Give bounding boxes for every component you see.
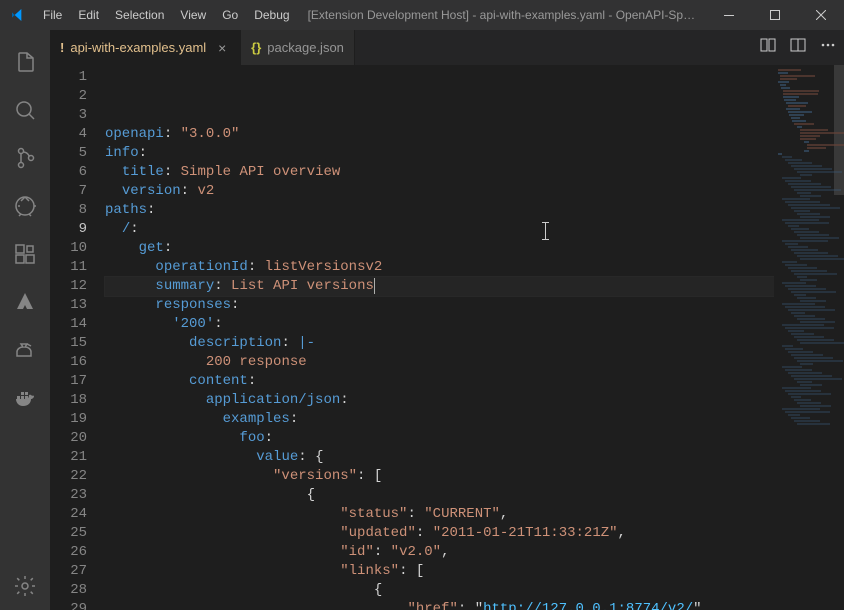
code-line[interactable]: version: v2 [105, 182, 774, 201]
editor-area: ! api-with-examples.yaml × {} package.js… [50, 30, 844, 610]
line-number: 5 [50, 144, 87, 163]
json-file-icon: {} [251, 40, 261, 55]
azure-icon[interactable] [1, 278, 49, 326]
debug-icon[interactable] [1, 182, 49, 230]
code-line[interactable]: foo: [105, 429, 774, 448]
modified-indicator-icon: ! [60, 40, 64, 55]
search-icon[interactable] [1, 86, 49, 134]
code-line[interactable]: "id": "v2.0", [105, 543, 774, 562]
line-number: 20 [50, 429, 87, 448]
window-controls [706, 0, 844, 30]
line-number: 21 [50, 448, 87, 467]
line-number: 6 [50, 163, 87, 182]
minimap[interactable] [774, 65, 844, 610]
activity-bar [0, 30, 50, 610]
code-line[interactable]: description: |- [105, 334, 774, 353]
code-line[interactable]: '200': [105, 315, 774, 334]
line-number: 24 [50, 505, 87, 524]
line-number: 11 [50, 258, 87, 277]
code-line[interactable]: { [105, 486, 774, 505]
line-number: 25 [50, 524, 87, 543]
maximize-button[interactable] [752, 0, 798, 30]
vscode-logo-icon [0, 7, 35, 23]
code-line[interactable]: responses: [105, 296, 774, 315]
menu-edit[interactable]: Edit [70, 0, 107, 30]
code-editor[interactable]: 1234567891011121314151617181920212223242… [50, 65, 844, 610]
line-number-gutter: 1234567891011121314151617181920212223242… [50, 65, 105, 610]
line-number: 16 [50, 353, 87, 372]
code-line[interactable]: "updated": "2011-01-21T11:33:21Z", [105, 524, 774, 543]
code-line[interactable]: operationId: listVersionsv2 [105, 258, 774, 277]
line-number: 7 [50, 182, 87, 201]
source-control-icon[interactable] [1, 134, 49, 182]
line-number: 13 [50, 296, 87, 315]
extensions-icon[interactable] [1, 230, 49, 278]
vertical-scrollbar[interactable] [834, 65, 844, 610]
explorer-icon[interactable] [1, 38, 49, 86]
code-line[interactable]: paths: [105, 201, 774, 220]
line-number: 12 [50, 277, 87, 296]
code-content[interactable]: openapi: "3.0.0"info: title: Simple API … [105, 65, 774, 610]
docker-icon[interactable] [1, 374, 49, 422]
compare-icon[interactable] [760, 37, 776, 58]
code-line[interactable]: info: [105, 144, 774, 163]
tab-actions [752, 30, 844, 65]
tab-package-json[interactable]: {} package.json [241, 30, 355, 65]
editor-tabs: ! api-with-examples.yaml × {} package.js… [50, 30, 844, 65]
code-line[interactable]: content: [105, 372, 774, 391]
line-number: 2 [50, 87, 87, 106]
edit-cursor [374, 278, 375, 294]
line-number: 14 [50, 315, 87, 334]
line-number: 18 [50, 391, 87, 410]
split-editor-icon[interactable] [790, 37, 806, 58]
menu-selection[interactable]: Selection [107, 0, 172, 30]
code-line[interactable]: examples: [105, 410, 774, 429]
line-number: 26 [50, 543, 87, 562]
line-number: 10 [50, 239, 87, 258]
menu-go[interactable]: Go [214, 0, 246, 30]
scrollbar-thumb[interactable] [834, 65, 844, 195]
settings-gear-icon[interactable] [1, 562, 49, 610]
code-line[interactable]: openapi: "3.0.0" [105, 125, 774, 144]
code-line[interactable]: /: [105, 220, 774, 239]
code-line[interactable]: title: Simple API overview [105, 163, 774, 182]
line-number: 4 [50, 125, 87, 144]
line-number: 17 [50, 372, 87, 391]
minimize-button[interactable] [706, 0, 752, 30]
tab-label: api-with-examples.yaml [70, 40, 206, 55]
code-line[interactable]: "links": [ [105, 562, 774, 581]
window-title: [Extension Development Host] - api-with-… [298, 8, 706, 22]
code-line[interactable]: application/json: [105, 391, 774, 410]
more-actions-icon[interactable] [820, 37, 836, 58]
code-line[interactable]: get: [105, 239, 774, 258]
code-line[interactable]: { [105, 581, 774, 600]
code-line[interactable]: value: { [105, 448, 774, 467]
line-number: 28 [50, 581, 87, 600]
close-button[interactable] [798, 0, 844, 30]
code-line[interactable]: "href": "http://127.0.0.1:8774/v2/", [105, 600, 774, 610]
line-number: 22 [50, 467, 87, 486]
line-number: 3 [50, 106, 87, 125]
menu-file[interactable]: File [35, 0, 70, 30]
menu-view[interactable]: View [172, 0, 214, 30]
code-line[interactable]: summary: List API versions [105, 277, 774, 296]
tab-close-icon[interactable]: × [214, 40, 230, 56]
code-line[interactable]: 200 response [105, 353, 774, 372]
line-number: 1 [50, 68, 87, 87]
line-number: 29 [50, 600, 87, 610]
line-number: 8 [50, 201, 87, 220]
menu-bar: File Edit Selection View Go Debug [35, 0, 298, 30]
code-line[interactable]: "status": "CURRENT", [105, 505, 774, 524]
tab-api-examples[interactable]: ! api-with-examples.yaml × [50, 30, 241, 65]
menu-debug[interactable]: Debug [246, 0, 297, 30]
line-number: 15 [50, 334, 87, 353]
tab-label: package.json [267, 40, 344, 55]
line-number: 9 [50, 220, 87, 239]
line-number: 23 [50, 486, 87, 505]
line-number: 27 [50, 562, 87, 581]
titlebar: File Edit Selection View Go Debug [Exten… [0, 0, 844, 30]
live-share-icon[interactable] [1, 326, 49, 374]
line-number: 19 [50, 410, 87, 429]
code-line[interactable]: "versions": [ [105, 467, 774, 486]
